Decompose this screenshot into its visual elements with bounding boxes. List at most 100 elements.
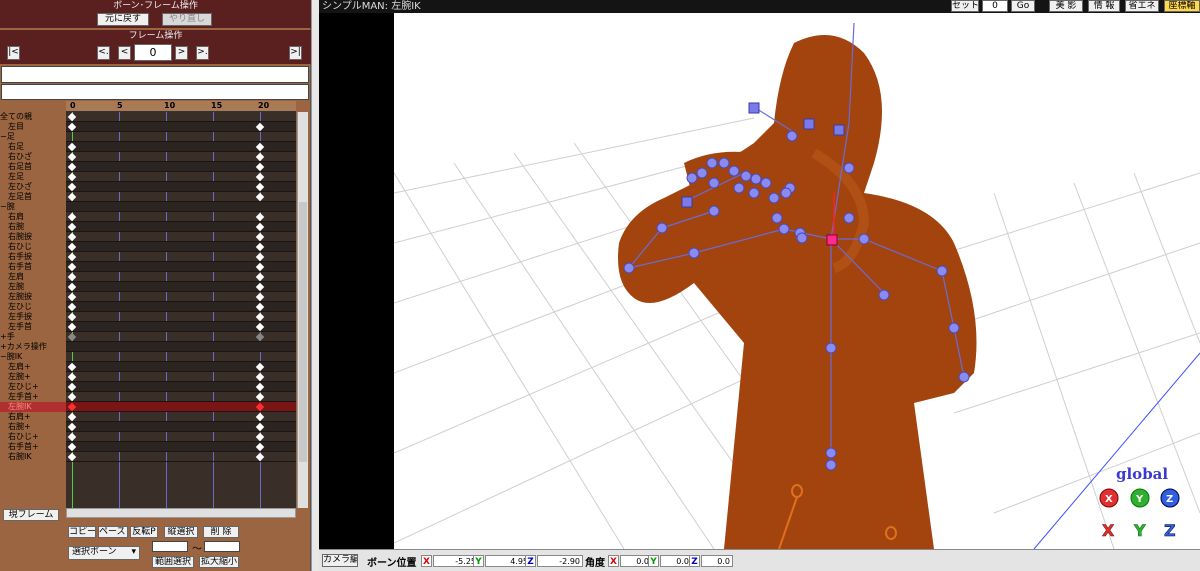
bone-name-row[interactable]: 左腕捩 xyxy=(0,292,66,302)
keyframe-row[interactable] xyxy=(66,122,296,132)
3d-viewport[interactable]: global X Y Z X Y Z xyxy=(394,13,1200,549)
frame-number-input[interactable]: 0 xyxy=(134,44,172,61)
bone-name-row[interactable]: +カメラ操作 xyxy=(0,342,66,352)
keyframe-diamond[interactable] xyxy=(255,292,265,302)
keyframe-diamond[interactable] xyxy=(67,272,77,282)
bone-name-row[interactable]: 左腕IK xyxy=(0,402,66,412)
keyframe-diamond[interactable] xyxy=(255,172,265,182)
keyframe-row[interactable] xyxy=(66,242,296,252)
bone-name-row[interactable]: 左腕 xyxy=(0,282,66,292)
bone-name-row[interactable]: 右手首+ xyxy=(0,442,66,452)
move-y-icon[interactable]: Y xyxy=(1133,521,1147,541)
keyframe-row[interactable] xyxy=(66,142,296,152)
coord-mode-label[interactable]: global xyxy=(1116,465,1168,483)
rot-y-field[interactable]: 0.0 xyxy=(660,555,692,567)
keyframe-row[interactable] xyxy=(66,152,296,162)
axis-button[interactable]: 座標軸 xyxy=(1164,0,1200,12)
move-z-icon[interactable]: Z xyxy=(1164,521,1176,541)
keyframe-row[interactable] xyxy=(66,232,296,242)
bone-name-row[interactable]: 左足首 xyxy=(0,192,66,202)
keyframe-diamond[interactable] xyxy=(67,122,77,132)
keyframe-diamond[interactable] xyxy=(255,192,265,202)
keyframe-diamond[interactable] xyxy=(67,252,77,262)
keyframe-diamond[interactable] xyxy=(255,222,265,232)
bone-name-row[interactable]: +手 xyxy=(0,332,66,342)
keyframe-row[interactable] xyxy=(66,412,296,422)
bone-name-row[interactable]: 左腕+ xyxy=(0,372,66,382)
keyframe-diamond[interactable] xyxy=(255,362,265,372)
last-frame-button[interactable]: >| xyxy=(289,46,302,60)
bone-name-row[interactable]: 左手首+ xyxy=(0,392,66,402)
pos-z-field[interactable]: -2.90 xyxy=(537,555,583,567)
keyframe-row[interactable] xyxy=(66,272,296,282)
selected-bone-handle[interactable] xyxy=(826,234,838,246)
keyframe-grid[interactable] xyxy=(66,112,296,508)
bone-name-row[interactable]: 左肩+ xyxy=(0,362,66,372)
info-button[interactable]: 情 報 xyxy=(1088,0,1120,12)
keyframe-diamond[interactable] xyxy=(255,422,265,432)
keyframe-diamond[interactable] xyxy=(255,252,265,262)
bone-name-row[interactable]: 右ひざ xyxy=(0,152,66,162)
keyframe-diamond[interactable] xyxy=(255,242,265,252)
bone-name-row[interactable]: −足 xyxy=(0,132,66,142)
current-frame-button[interactable]: 現フレーム xyxy=(3,509,59,521)
keyframe-row[interactable] xyxy=(66,252,296,262)
bone-name-row[interactable]: 左目 xyxy=(0,122,66,132)
keyframe-row[interactable] xyxy=(66,432,296,442)
bone-name-row[interactable]: 左ひじ+ xyxy=(0,382,66,392)
keyframe-diamond[interactable] xyxy=(255,412,265,422)
keyframe-row[interactable] xyxy=(66,372,296,382)
scale-button[interactable]: 拡大縮小 xyxy=(199,556,239,568)
bone-name-row[interactable]: 左足 xyxy=(0,172,66,182)
keyframe-row[interactable] xyxy=(66,262,296,272)
keyframe-diamond[interactable] xyxy=(67,332,77,342)
keyframe-diamond[interactable] xyxy=(67,162,77,172)
bone-name-row[interactable]: 全ての親 xyxy=(0,112,66,122)
keyframe-row[interactable] xyxy=(66,212,296,222)
scene-svg[interactable]: global X Y Z X Y Z xyxy=(394,13,1200,549)
select-bone-dropdown[interactable]: 選択ボーン ▾ xyxy=(68,546,140,560)
keyframe-row[interactable] xyxy=(66,172,296,182)
keyframe-row[interactable] xyxy=(66,312,296,322)
keyframe-row[interactable] xyxy=(66,402,296,412)
keyframe-diamond[interactable] xyxy=(67,192,77,202)
redo-button[interactable]: やり直し xyxy=(162,13,212,26)
keyframe-diamond[interactable] xyxy=(67,222,77,232)
keyframe-diamond[interactable] xyxy=(255,182,265,192)
bone-name-row[interactable]: 右肩 xyxy=(0,212,66,222)
bone-name-row[interactable]: 右腕+ xyxy=(0,422,66,432)
camera-edit-button[interactable]: カメラ編 xyxy=(322,554,358,567)
keyframe-diamond[interactable] xyxy=(255,392,265,402)
keyframe-row[interactable] xyxy=(66,182,296,192)
frame-ruler[interactable]: 0 5 10 15 20 xyxy=(66,101,296,112)
keyframe-diamond[interactable] xyxy=(67,452,77,462)
keyframe-diamond[interactable] xyxy=(67,172,77,182)
keyframe-diamond[interactable] xyxy=(67,402,77,412)
go-frame-input[interactable]: 0 xyxy=(982,0,1008,12)
go-button[interactable]: Go xyxy=(1011,0,1035,12)
next-frame-button[interactable]: > xyxy=(175,46,188,60)
keyframe-diamond[interactable] xyxy=(255,402,265,412)
keyframe-diamond[interactable] xyxy=(255,152,265,162)
keyframe-diamond[interactable] xyxy=(67,242,77,252)
keyframe-diamond[interactable] xyxy=(67,212,77,222)
keyframe-diamond[interactable] xyxy=(67,152,77,162)
keyframe-row[interactable] xyxy=(66,322,296,332)
bone-name-row[interactable]: 右手首 xyxy=(0,262,66,272)
keyframe-diamond[interactable] xyxy=(255,442,265,452)
keyframe-diamond[interactable] xyxy=(255,382,265,392)
bone-name-row[interactable]: 右肩+ xyxy=(0,412,66,422)
keyframe-row[interactable] xyxy=(66,302,296,312)
bone-name-row[interactable]: 右足 xyxy=(0,142,66,152)
keyframe-row[interactable] xyxy=(66,292,296,302)
keyframe-diamond[interactable] xyxy=(255,372,265,382)
timeline-horizontal-scrollbar[interactable] xyxy=(66,508,296,518)
keyframe-diamond[interactable] xyxy=(67,432,77,442)
move-x-icon[interactable]: X xyxy=(1102,521,1116,541)
keyframe-diamond[interactable] xyxy=(255,122,265,132)
keyframe-row[interactable] xyxy=(66,132,296,142)
keyframe-diamond[interactable] xyxy=(67,322,77,332)
keyframe-row[interactable] xyxy=(66,352,296,362)
keyframe-row[interactable] xyxy=(66,422,296,432)
keyframe-row[interactable] xyxy=(66,162,296,172)
